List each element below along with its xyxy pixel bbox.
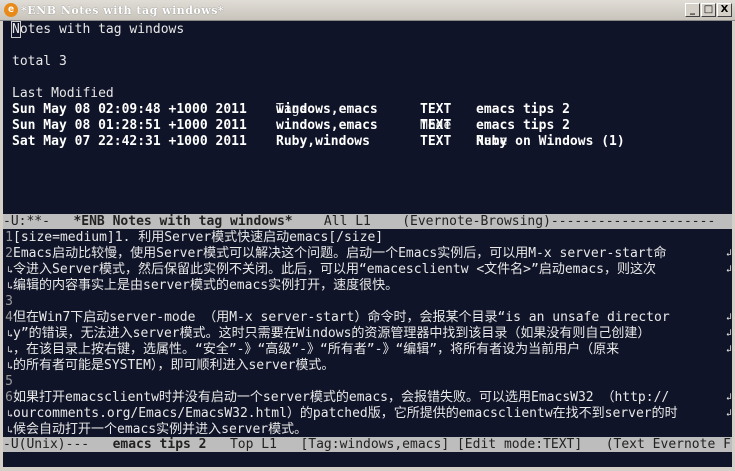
mode-line-bottom: -U(Unix)--- emacs tips 2 Top L1 [Tag:win…: [3, 437, 732, 452]
continuation-icon: ↳: [6, 361, 13, 372]
line-text: [size=medium]1. 利用Server模式快速启动emacs[/siz…: [13, 230, 384, 245]
line-text: 候会自动打开一个emacs实例并进入server模式。: [13, 422, 308, 437]
minimize-button[interactable]: _: [685, 3, 700, 17]
text-line[interactable]: ↳编辑的内容事实上是由server模式的emacs实例打开，速度很快。: [3, 278, 732, 294]
note-modified: Sun May 08 01:28:51 +1000 2011: [12, 118, 247, 133]
line-text: ，在该目录上按右键，选属性。“安全”-》“高级”-》“所有者”-》“编辑”，将所…: [13, 342, 620, 357]
note-name: emacs tips 2: [476, 102, 570, 117]
continuation-icon: ↳: [6, 281, 13, 292]
line-text: 的所有者可能是SYSTEM），即可顺利进入server模式。: [13, 358, 335, 373]
text-line[interactable]: 2Emacs启动比较慢，使用Server模式可以解决这个问题。启动一个Emacs…: [3, 246, 732, 262]
text-line[interactable]: 5: [3, 374, 732, 390]
wrap-arrow-icon: ↲: [725, 392, 732, 403]
line-number: 6: [5, 390, 13, 405]
line-number: 4: [5, 310, 13, 325]
note-row[interactable]: Sun May 08 02:09:48 +1000 2011 windows,em…: [3, 102, 732, 118]
text-line[interactable]: 6如果打开emacsclientw时并没有启动一个server模式的emacs，…: [3, 390, 732, 406]
total-count: total 3: [12, 54, 67, 69]
note-tags: windows,emacs: [276, 102, 378, 117]
line-text: Emacs启动比较慢，使用Server模式可以解决这个问题。启动一个Emacs实…: [13, 246, 667, 261]
note-mode: TEXT: [420, 118, 452, 133]
text-line[interactable]: ↳ourcomments.org/Emacs/EmacsW32.html）的pa…: [3, 406, 732, 422]
line-text: 如果打开emacsclientw时并没有启动一个server模式的emacs，会…: [13, 390, 670, 405]
text-line[interactable]: ↳令进入Server模式，然后保留此实例不关闭。此后，可以用“emacescli…: [3, 262, 732, 278]
text-line[interactable]: ↳，在该目录上按右键，选属性。“安全”-》“高级”-》“所有者”-》“编辑”，将…: [3, 342, 732, 358]
continuation-icon: ↳: [6, 345, 13, 356]
line-number: 3: [5, 294, 13, 309]
text-line[interactable]: 1[size=medium]1. 利用Server模式快速启动emacs[/si…: [3, 230, 732, 246]
close-button[interactable]: X: [717, 3, 732, 17]
text-line[interactable]: 3: [3, 294, 732, 310]
maximize-button[interactable]: □: [701, 3, 716, 17]
wrap-arrow-icon: ↲: [725, 264, 732, 275]
mode-line-top: -U:**- *ENB Notes with tag windows* All …: [3, 214, 732, 229]
note-mode: TEXT: [420, 134, 452, 149]
line-number: 1: [5, 230, 13, 245]
continuation-icon: ↳: [6, 329, 13, 340]
line-text: y”的错误，无法进入server模式。这时只需要在Windows的资源管理器中找…: [13, 326, 651, 341]
text-line[interactable]: ↳的所有者可能是SYSTEM），即可顺利进入server模式。: [3, 358, 732, 374]
continuation-icon: ↳: [6, 265, 13, 276]
cursor: N: [11, 21, 21, 38]
note-name: emacs tips 2: [476, 118, 570, 133]
line-number: 2: [5, 246, 13, 261]
line-text: 编辑的内容事实上是由server模式的emacs实例打开，速度很快。: [13, 278, 399, 293]
emacs-frame[interactable]: Notes with tag windows total 3 Last Modi…: [3, 21, 732, 467]
minibuffer[interactable]: [3, 452, 732, 467]
line-text: 令进入Server模式，然后保留此实例不关闭。此后，可以用“emacesclie…: [13, 262, 656, 277]
emacs-app-icon: e: [4, 3, 18, 17]
note-tags: Ruby,windows: [276, 134, 370, 149]
note-row[interactable]: Sat May 07 22:42:31 +1000 2011 Ruby,windo…: [3, 134, 732, 150]
note-name: Ruby on Windows (1): [476, 134, 625, 149]
buffer-heading: Notes with tag windows: [11, 21, 185, 38]
window-title: *ENB Notes with tag windows*: [21, 3, 225, 17]
wrap-arrow-icon: ↲: [725, 312, 732, 323]
text-line[interactable]: 4但在Win7下启动server-mode （用M-x server-start…: [3, 310, 732, 326]
wrap-arrow-icon: ↲: [725, 328, 732, 339]
note-modified: Sun May 08 02:09:48 +1000 2011: [12, 102, 247, 117]
note-modified: Sat May 07 22:42:31 +1000 2011: [12, 134, 247, 149]
line-text: 但在Win7下启动server-mode （用M-x server-start）…: [13, 310, 670, 325]
col-modified[interactable]: Last Modified: [12, 86, 114, 102]
column-headers: Last Modified Tags Mode Name: [3, 70, 732, 149]
wrap-arrow-icon: ↲: [725, 344, 732, 355]
line-number: 5: [5, 374, 13, 389]
text-line[interactable]: ↳候会自动打开一个emacs实例并进入server模式。: [3, 422, 732, 438]
text-line[interactable]: ↳y”的错误，无法进入server模式。这时只需要在Windows的资源管理器中…: [3, 326, 732, 342]
line-text: ourcomments.org/Emacs/EmacsW32.html）的pat…: [13, 406, 678, 421]
continuation-icon: ↳: [6, 409, 13, 420]
note-row[interactable]: Sun May 08 01:28:51 +1000 2011 windows,em…: [3, 118, 732, 134]
title-bar: e *ENB Notes with tag windows* _ □ X: [0, 0, 735, 21]
note-tags: windows,emacs: [276, 118, 378, 133]
wrap-arrow-icon: ↲: [725, 408, 732, 419]
wrap-arrow-icon: ↲: [725, 248, 732, 259]
note-mode: TEXT: [420, 102, 452, 117]
